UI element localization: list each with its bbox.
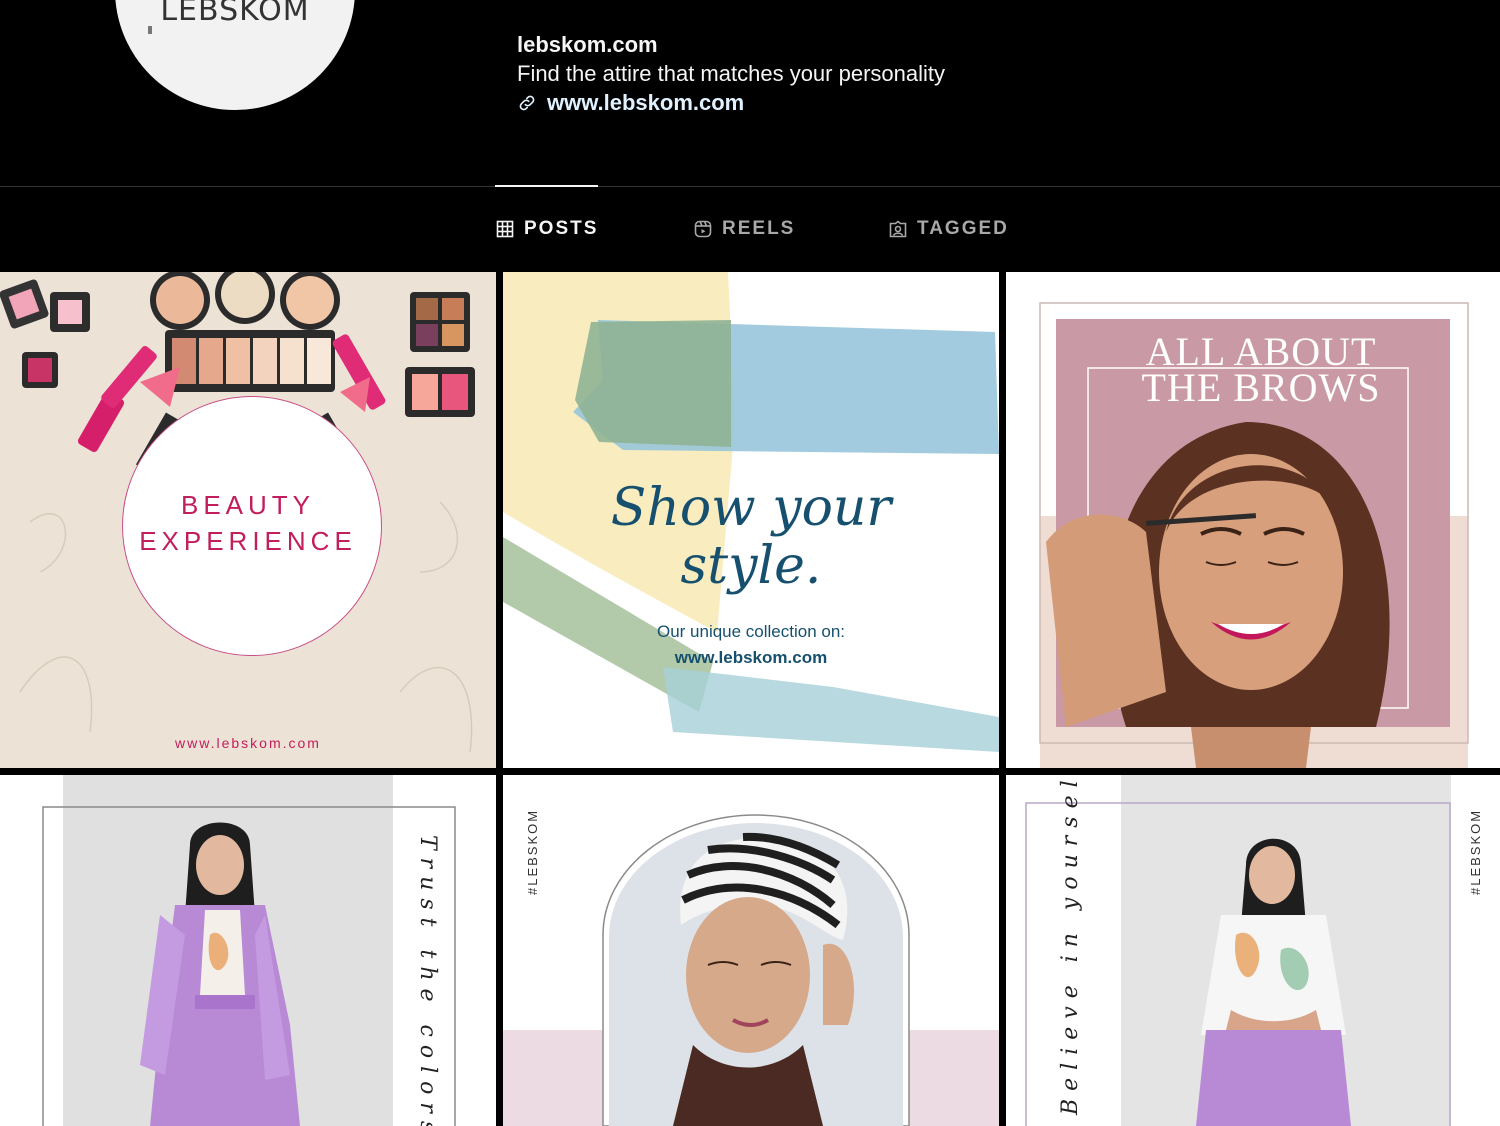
- post-url: www.lebskom.com: [175, 735, 321, 751]
- post-side-text: Believe in yourself: [1058, 775, 1083, 1115]
- link-icon: [519, 95, 535, 111]
- post-url: www.lebskom.com: [674, 648, 828, 667]
- tab-reels-label: REELS: [722, 218, 796, 239]
- profile-avatar[interactable]: LEBSKOM: [115, 0, 355, 110]
- post-side-text: Trust the colors: [415, 835, 440, 1126]
- grid-icon: [496, 220, 514, 238]
- post-tile-show-your-style[interactable]: Show your style. Our unique collection o…: [503, 272, 999, 768]
- tab-posts-label: POSTS: [524, 218, 599, 239]
- profile-link-text[interactable]: www.lebskom.com: [547, 90, 744, 116]
- post-tile-beauty-experience[interactable]: BEAUTY EXPERIENCE www.lebskom.com: [0, 272, 496, 768]
- tab-reels[interactable]: REELS: [694, 218, 795, 240]
- profile-username: lebskom.com: [517, 32, 658, 57]
- post-tile-trust-the-colors[interactable]: Trust the colors: [0, 775, 496, 1126]
- avatar-logo-mark: [148, 26, 152, 34]
- tabs-divider: [0, 186, 1500, 187]
- tagged-icon: [889, 220, 907, 238]
- tab-posts[interactable]: POSTS: [496, 218, 598, 240]
- post-hashtag: #LEBSKOM: [1468, 808, 1483, 895]
- active-tab-indicator: [495, 185, 598, 187]
- post-tile-all-about-the-brows[interactable]: ALL ABOUT THE BROWS: [1006, 272, 1500, 768]
- post-script-line1: Show your: [610, 478, 892, 538]
- post-subtitle: Our unique collection on:: [656, 622, 846, 641]
- post-tile-turban[interactable]: #LEBSKOM: [503, 775, 999, 1126]
- avatar-logo-text: LEBSKOM: [160, 0, 310, 28]
- tab-tagged-label: TAGGED: [917, 218, 1009, 239]
- post-title-line2: THE BROWS: [1141, 365, 1381, 410]
- tab-tagged[interactable]: TAGGED: [889, 218, 1009, 240]
- post-title-line2: EXPERIENCE: [139, 526, 357, 556]
- post-title: ALL ABOUT THE BROWS: [1066, 332, 1456, 410]
- post-tile-believe-in-yourself[interactable]: Believe in yourself #LEBSKOM: [1006, 775, 1500, 1126]
- reels-icon: [694, 220, 712, 238]
- turban-model-image: [503, 814, 999, 1126]
- post-title-line1: BEAUTY: [180, 490, 316, 520]
- post-hashtag: #LEBSKOM: [525, 808, 540, 895]
- post-script-line2: style.: [680, 536, 822, 596]
- profile-link[interactable]: www.lebskom.com: [517, 90, 744, 116]
- profile-bio: Find the attire that matches your person…: [517, 61, 945, 86]
